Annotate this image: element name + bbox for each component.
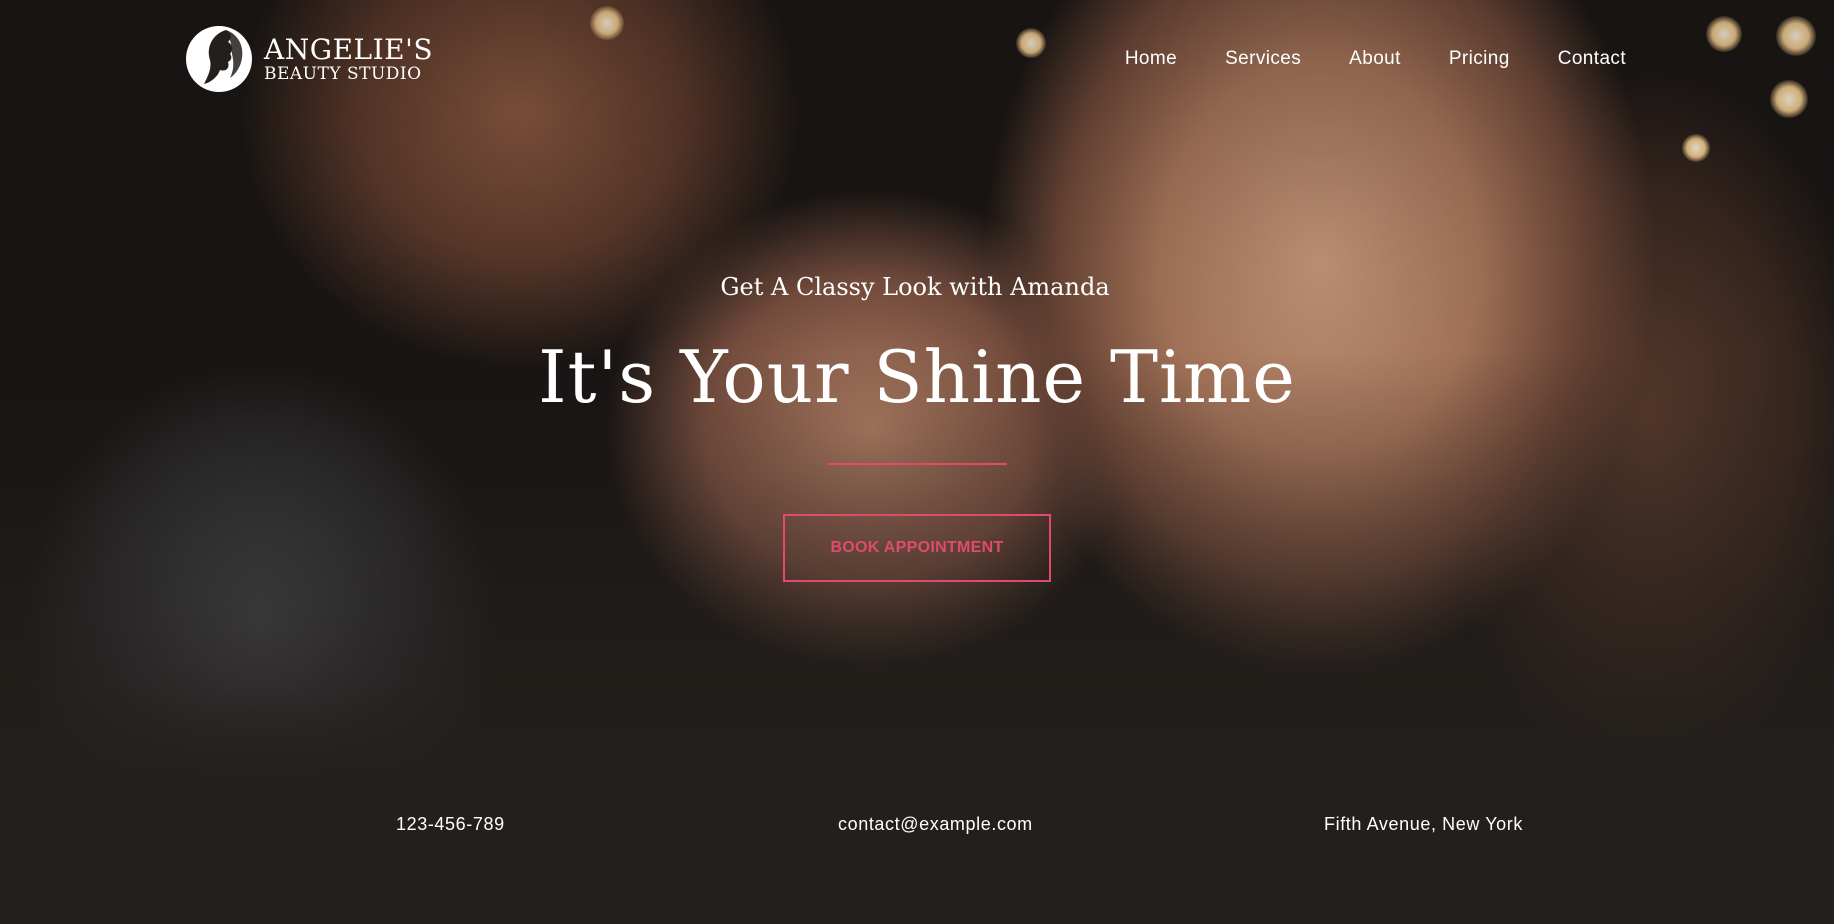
hero-section: Get A Classy Look with Amanda It's Your … [0, 0, 1834, 782]
page: ANGELIE'S BEAUTY STUDIO Home Services Ab… [0, 0, 1834, 924]
hero-kicker: Get A Classy Look with Amanda [720, 273, 1110, 301]
hero-divider [827, 463, 1007, 465]
contact-bar: 123-456-789 contact@example.com Fifth Av… [0, 782, 1834, 924]
hero-headline: It's Your Shine Time [538, 335, 1296, 419]
book-appointment-button[interactable]: BOOK APPOINTMENT [783, 514, 1051, 582]
contact-address: Fifth Avenue, New York [1324, 814, 1523, 834]
contact-phone[interactable]: 123-456-789 [396, 814, 505, 835]
contact-email[interactable]: contact@example.com [838, 814, 1033, 835]
